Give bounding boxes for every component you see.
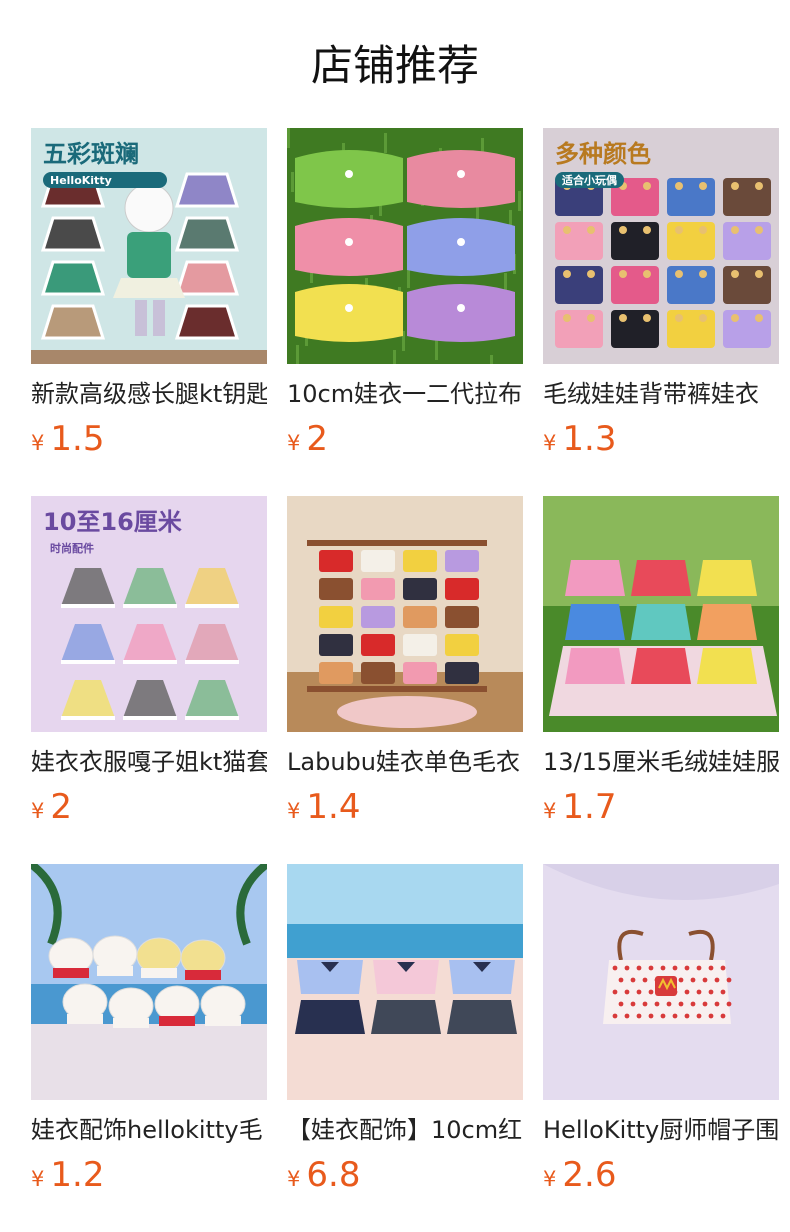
product-card[interactable]: Labubu娃衣单色毛衣 ¥1.4 bbox=[287, 496, 523, 864]
product-price: 1.2 bbox=[50, 1155, 105, 1195]
svg-text:多种颜色: 多种颜色 bbox=[555, 140, 651, 168]
product-title[interactable]: 13/15厘米毛绒娃娃服 bbox=[543, 746, 779, 778]
product-card[interactable]: 10cm娃衣一二代拉布 ¥2 bbox=[287, 128, 523, 496]
product-title[interactable]: Labubu娃衣单色毛衣 bbox=[287, 746, 523, 778]
product-card[interactable]: 【娃衣配饰】10cm红 ¥6.8 bbox=[287, 864, 523, 1232]
product-price: 1.5 bbox=[50, 419, 105, 459]
product-card[interactable]: HelloKitty厨师帽子围 ¥2.6 bbox=[543, 864, 779, 1232]
product-card[interactable]: 10至16厘米时尚配件娃衣衣服嘎子姐kt猫套 ¥2 bbox=[31, 496, 267, 864]
svg-text:10至16厘米: 10至16厘米 bbox=[43, 508, 182, 536]
product-card[interactable]: 多种颜色适合小玩偶毛绒娃娃背带裤娃衣 ¥1.3 bbox=[543, 128, 779, 496]
product-grid: 五彩斑斓 HelloKitty 新款高级感长腿kt钥匙 ¥1.5 10cm娃衣一二代拉布… bbox=[31, 128, 779, 1232]
product-price: 2 bbox=[306, 419, 329, 459]
overalls-image[interactable]: 多种颜色适合小玩偶 bbox=[543, 128, 779, 364]
svg-text:适合小玩偶: 适合小玩偶 bbox=[562, 173, 617, 187]
price-row: ¥2.6 bbox=[543, 1155, 779, 1195]
price-row: ¥6.8 bbox=[287, 1155, 523, 1195]
product-price: 1.7 bbox=[562, 787, 617, 827]
summer-dresses-image[interactable] bbox=[543, 496, 779, 732]
apron-image[interactable] bbox=[543, 864, 779, 1100]
currency-symbol: ¥ bbox=[31, 1167, 45, 1191]
price-row: ¥2 bbox=[287, 419, 523, 459]
price-row: ¥1.4 bbox=[287, 787, 523, 827]
product-title[interactable]: 新款高级感长腿kt钥匙 bbox=[31, 378, 267, 410]
product-title[interactable]: 娃衣配饰hellokitty毛 bbox=[31, 1114, 267, 1146]
product-card[interactable]: 娃衣配饰hellokitty毛 ¥1.2 bbox=[31, 864, 267, 1232]
currency-symbol: ¥ bbox=[31, 799, 45, 823]
price-row: ¥1.5 bbox=[31, 419, 267, 459]
price-row: ¥2 bbox=[31, 787, 267, 827]
currency-symbol: ¥ bbox=[543, 799, 557, 823]
currency-symbol: ¥ bbox=[543, 1167, 557, 1191]
product-title[interactable]: 【娃衣配饰】10cm红 bbox=[287, 1114, 523, 1146]
svg-text:五彩斑斓: 五彩斑斓 bbox=[43, 140, 139, 168]
product-title[interactable]: 毛绒娃娃背带裤娃衣 bbox=[543, 378, 779, 410]
currency-symbol: ¥ bbox=[31, 431, 45, 455]
price-row: ¥1.7 bbox=[543, 787, 779, 827]
currency-symbol: ¥ bbox=[287, 799, 301, 823]
knit-sweaters-image[interactable] bbox=[287, 128, 523, 364]
section-title: 店铺推荐 bbox=[310, 41, 479, 90]
product-card[interactable]: 五彩斑斓 HelloKitty 新款高级感长腿kt钥匙 ¥1.5 bbox=[31, 128, 267, 496]
product-title[interactable]: HelloKitty厨师帽子围 bbox=[543, 1114, 779, 1146]
svg-text:时尚配件: 时尚配件 bbox=[50, 541, 94, 555]
product-title[interactable]: 娃衣衣服嘎子姐kt猫套 bbox=[31, 746, 267, 778]
product-price: 6.8 bbox=[306, 1155, 361, 1195]
product-card[interactable]: 13/15厘米毛绒娃娃服 ¥1.7 bbox=[543, 496, 779, 864]
currency-symbol: ¥ bbox=[287, 431, 301, 455]
currency-symbol: ¥ bbox=[543, 431, 557, 455]
product-price: 1.3 bbox=[562, 419, 617, 459]
svg-text:HelloKitty: HelloKitty bbox=[50, 174, 112, 187]
sweater-rack-image[interactable] bbox=[287, 496, 523, 732]
plaid-dresses-image[interactable]: 10至16厘米时尚配件 bbox=[31, 496, 267, 732]
school-uniforms-image[interactable] bbox=[287, 864, 523, 1100]
product-price: 2 bbox=[50, 787, 73, 827]
chef-hats-image[interactable] bbox=[31, 864, 267, 1100]
product-title[interactable]: 10cm娃衣一二代拉布 bbox=[287, 378, 523, 410]
product-price: 1.4 bbox=[306, 787, 361, 827]
price-row: ¥1.3 bbox=[543, 419, 779, 459]
doll-skirts-image[interactable]: 五彩斑斓 HelloKitty bbox=[31, 128, 267, 364]
price-row: ¥1.2 bbox=[31, 1155, 267, 1195]
product-price: 2.6 bbox=[562, 1155, 617, 1195]
currency-symbol: ¥ bbox=[287, 1167, 301, 1191]
